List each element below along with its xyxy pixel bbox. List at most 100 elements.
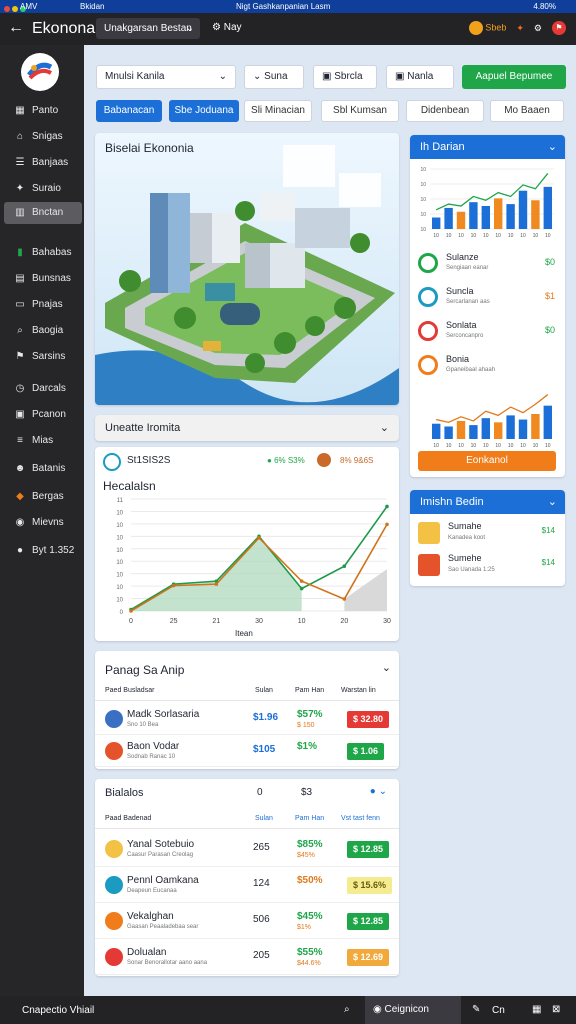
row-badge[interactable]: $ 12.85 <box>347 913 390 930</box>
sidebar-item-10[interactable]: ◷ Darcals <box>4 378 82 400</box>
menu-icon: ≡ <box>17 435 23 446</box>
bar <box>469 425 478 439</box>
edit-icon[interactable]: ✎ <box>472 1004 480 1015</box>
column-header[interactable]: Paed Busladsar <box>105 687 154 694</box>
line-chart: 11 10 10 10 10 10 10 10 10 00 25 21 30 10 20 30 <box>116 498 391 625</box>
row-change: $1% <box>297 741 318 752</box>
top-right-tools: Sbeb ✦ ⚙ ⚑ <box>468 21 566 35</box>
back-arrow-icon[interactable]: ← <box>8 19 24 37</box>
sidebar-item-14[interactable]: ◆ Bergas <box>4 486 82 508</box>
filter-select-3[interactable]: ▣ Sbrcla <box>313 65 377 89</box>
taskbar-right-label[interactable]: Cn <box>492 1005 505 1016</box>
coin-button[interactable]: Sbeb <box>468 21 506 35</box>
info-dropdown-icon[interactable]: ● ⌄ <box>370 786 387 797</box>
sidebar-item-16[interactable]: ● Byt 1.352 <box>4 540 82 562</box>
line-chart-title: Hecalalsn <box>103 479 156 493</box>
sidebar-item-3[interactable]: ✦ Suraio <box>4 178 82 200</box>
top-menu[interactable]: ⚙ Nay <box>212 22 242 33</box>
sidebar-item-15[interactable]: ◉ Mievns <box>4 512 82 534</box>
x-tick-label: 10 <box>471 443 477 449</box>
table-row[interactable]: Pennl Oamkana Deapeun Eucanaa 124 $50% $ 15.… <box>95 867 399 903</box>
sidebar-item-1[interactable]: ⌂ Snigas <box>4 126 82 148</box>
list-item[interactable]: Sumehe Sao Uanada 1:25 $14 <box>416 550 559 580</box>
sidebar-item-7[interactable]: ▭ Pnajas <box>4 294 82 316</box>
right-card-1-header[interactable]: Ih Darian ⌄ <box>410 135 565 159</box>
bar <box>506 204 515 229</box>
sidebar-item-6[interactable]: ▤ Bunsnas <box>4 268 82 290</box>
list-item[interactable]: Sulanze Sengiaan eanar $0 <box>416 249 559 279</box>
list-item[interactable]: Suncla Sercarlanan aas $1 <box>416 283 559 313</box>
table-row[interactable]: Vekalghan Gaasan Peaaladebaa sear 506 $45% $… <box>95 903 399 939</box>
sidebar-item-8[interactable]: ⌕ Baogia <box>4 320 82 342</box>
globe-icon: ● <box>16 545 24 556</box>
column-header[interactable]: Vst tast fenn <box>341 815 380 822</box>
row-badge[interactable]: $ 12.69 <box>347 949 390 966</box>
filter-select-1[interactable]: Mnulsi Kanila ⌄ <box>96 65 236 89</box>
user-icon[interactable]: ⚑ <box>552 21 566 35</box>
column-header[interactable]: Pam Han <box>295 687 324 694</box>
sidebar-item-9[interactable]: ⚑ Sarsins <box>4 346 82 368</box>
chevron-down-icon: ⌄ <box>218 71 227 82</box>
taskbar-tab[interactable]: ◉ Ceignicon <box>365 996 461 1024</box>
filter-select-2[interactable]: ⌄ Suna <box>244 65 304 89</box>
row-badge[interactable]: $ 32.80 <box>347 711 390 728</box>
folder-icon: ▭ <box>15 299 25 310</box>
doc-icon: ▤ <box>15 273 25 284</box>
apply-button[interactable]: Aapuel Bepumee <box>462 65 566 89</box>
compass-icon[interactable]: ✦ <box>516 23 524 34</box>
y-tick-label: 0 <box>120 610 124 616</box>
column-header[interactable]: Pam Han <box>295 815 324 822</box>
search-icon[interactable]: ⌕ <box>344 1004 350 1015</box>
home-icon: ⌂ <box>16 131 24 142</box>
row-badge[interactable]: $ 1.06 <box>347 743 385 760</box>
filter-select-4[interactable]: ▣ Nanla <box>386 65 454 89</box>
right-card-2-header[interactable]: Imishn Bedin ⌄ <box>410 490 565 514</box>
sidebar-item-2[interactable]: ☰ Banjaas <box>4 152 82 174</box>
column-header[interactable]: Warstan lin <box>341 687 376 694</box>
column-header[interactable]: Sulan <box>255 815 273 822</box>
chevron-down-icon: ⌄ <box>379 422 389 434</box>
row-name: Yanal Sotebuio <box>127 839 195 850</box>
row-sub: Caasur Parasan Creolag <box>127 852 194 858</box>
grid-icon[interactable]: ▦ <box>532 1004 541 1015</box>
list-item-name: Bonia <box>446 354 470 364</box>
table-row[interactable]: Yanal Sotebuio Caasur Parasan Creolag 265 $… <box>95 831 399 867</box>
list-item[interactable]: Sumahe Kanadea koot $14 <box>416 518 559 548</box>
pill-1[interactable]: Sbe Joduana <box>169 100 239 122</box>
collapse-panel[interactable]: Uneatte Iromita ⌄ <box>95 415 399 441</box>
bar <box>518 419 528 439</box>
sidebar-item-12[interactable]: ≡ Mias <box>4 430 82 452</box>
column-header[interactable]: Sulan <box>255 687 273 694</box>
eonkanol-button[interactable]: Eonkanol <box>418 451 556 471</box>
x-tick-label: 0 <box>129 618 133 625</box>
chevron-down-icon[interactable]: ⌄ <box>382 661 391 674</box>
sidebar-item-4[interactable]: ▥ Bnctan <box>4 202 82 224</box>
x-tick-label: 25 <box>170 618 178 625</box>
sidebar-item-13[interactable]: ☻ Batanis <box>4 458 82 480</box>
list-item[interactable]: Sonlata Serconcanpro $0 <box>416 317 559 347</box>
row-badge[interactable]: $ 15.6% <box>347 877 393 894</box>
pill-5[interactable]: Mo Baaen <box>490 100 564 122</box>
x-tick-label: 10 <box>458 443 464 449</box>
y-tick-label: 10 <box>420 182 426 188</box>
sidebar-item-0[interactable]: ▦ Panto <box>4 100 82 122</box>
pill-0[interactable]: Babanacan <box>96 100 162 122</box>
pill-2[interactable]: Sli Minacian <box>244 100 312 122</box>
list-item[interactable]: Bonia Gpaneibaal ahaah <box>416 351 559 381</box>
table-row[interactable]: Dolualan Sonar Benorallotar aano aana 205 $… <box>95 939 399 975</box>
sidebar-item-11[interactable]: ▣ Pcanon <box>4 404 82 426</box>
row-badge[interactable]: $ 12.85 <box>347 841 390 858</box>
pill-3[interactable]: Sbl Kumsan <box>321 100 399 122</box>
y-tick-label: 10 <box>116 585 123 591</box>
pill-4[interactable]: Didenbean <box>406 100 484 122</box>
table-row[interactable]: Madk Sorlasaria Sno 10 Bea $1.96 $57% $ 150 $… <box>95 703 399 735</box>
workspace-dropdown[interactable]: Unakgarsan Bestan ⌄ <box>96 18 200 39</box>
settings-icon[interactable]: ⚙ <box>534 23 542 34</box>
sidebar-item-5[interactable]: ▮ Bahabas <box>4 242 82 264</box>
chevron-down-icon: ⌄ <box>253 71 262 82</box>
column-header[interactable]: Paad Badenad <box>105 815 151 822</box>
table-row[interactable]: Baon Vodar Sodnab Ranac 10 $105 $1% $ 1.06 <box>95 735 399 767</box>
x-tick-label: 30 <box>383 618 391 625</box>
user-icon: ☻ <box>14 463 26 474</box>
close-icon[interactable]: ⊠ <box>552 1004 560 1015</box>
